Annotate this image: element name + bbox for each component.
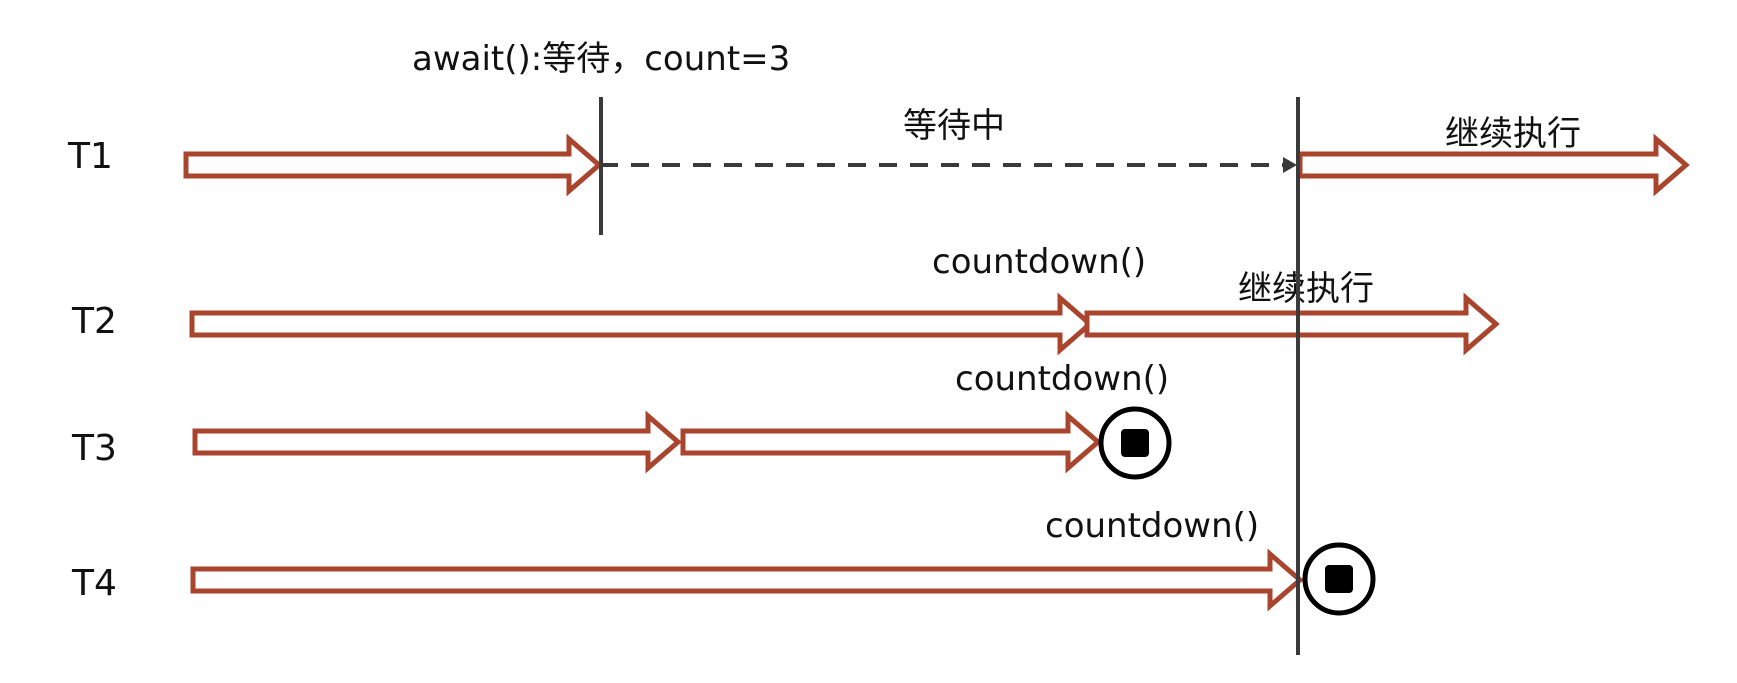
t2-countdown-label: countdown() (932, 242, 1146, 282)
t4-arrow (190, 548, 1304, 612)
t3-arrow-segment-1 (192, 410, 682, 474)
t1-arrow-before-await (183, 133, 603, 197)
thread-label-t2: T2 (71, 301, 117, 342)
t3-countdown-label: countdown() (955, 359, 1169, 399)
stop-circle-icon (1302, 542, 1376, 616)
countdown-latch-diagram: T1 T2 T3 T4 await():等待，count=3 等待中 继续执行 … (67, 39, 1690, 655)
thread-label-t1: T1 (67, 136, 113, 177)
t1-continue-label: 继续执行 (1445, 114, 1581, 154)
t2-arrow-before-countdown (189, 292, 1094, 356)
t2-continue-label: 继续执行 (1238, 269, 1374, 309)
await-label: await():等待，count=3 (412, 39, 790, 79)
thread-label-t3: T3 (71, 428, 117, 469)
t3-arrow-segment-2 (680, 410, 1102, 474)
waiting-label: 等待中 (903, 106, 1005, 146)
thread-label-t4: T4 (71, 563, 117, 604)
t4-countdown-label: countdown() (1045, 506, 1259, 546)
stop-circle-icon (1098, 406, 1172, 480)
t1-waiting-dashed-arrowhead (1283, 157, 1297, 173)
